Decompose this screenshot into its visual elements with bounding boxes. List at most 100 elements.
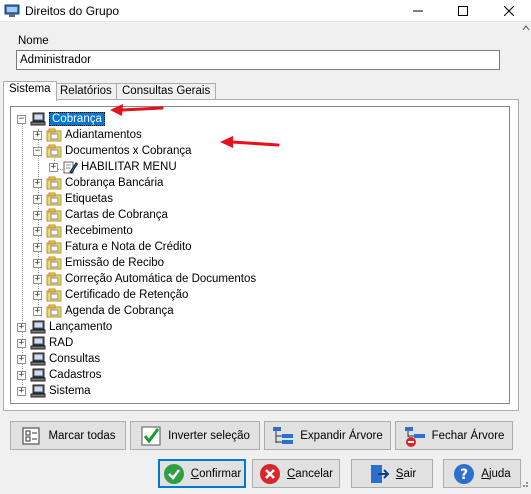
expand-icon[interactable]: + bbox=[17, 386, 26, 396]
app-icon bbox=[4, 4, 20, 17]
expand-icon[interactable]: + bbox=[33, 130, 42, 140]
expand-icon[interactable]: + bbox=[17, 322, 26, 332]
folder-icon bbox=[46, 128, 62, 142]
expand-icon[interactable]: + bbox=[17, 354, 26, 364]
maximize-icon bbox=[457, 6, 468, 16]
tree-node-cobranca-child[interactable]: + Correção Automática de Documentos bbox=[33, 271, 256, 287]
fechar-arvore-label: Fechar Árvore bbox=[431, 429, 505, 442]
annotation-arrow-icon bbox=[110, 104, 164, 116]
exit-door-icon bbox=[370, 464, 390, 483]
tree-node-cobranca-child[interactable]: + Certificado de Retenção bbox=[33, 287, 188, 303]
resize-grip-icon[interactable] bbox=[519, 478, 529, 488]
tree-node-cobranca-child[interactable]: + Cobrança Bancária bbox=[33, 175, 163, 191]
minimize-icon bbox=[412, 10, 423, 12]
tree-node-label: Consultas bbox=[49, 353, 101, 365]
folder-icon bbox=[46, 192, 62, 206]
folder-icon bbox=[46, 256, 62, 270]
confirmar-label: Confirmar bbox=[190, 467, 242, 480]
tree-node-root[interactable]: + RAD bbox=[17, 335, 73, 351]
title-bar: Direitos do Grupo bbox=[0, 0, 531, 22]
tree-node-label: Adiantamentos bbox=[65, 129, 142, 141]
inverter-selecao-label: Inverter seleção bbox=[168, 429, 250, 442]
collapse-tree-icon bbox=[404, 426, 425, 447]
tree-node-cobranca-child[interactable]: + Cartas de Cobrança bbox=[33, 207, 168, 223]
maximize-button[interactable] bbox=[440, 0, 485, 22]
sair-button[interactable]: Sair bbox=[351, 459, 433, 488]
expand-icon[interactable]: + bbox=[33, 210, 42, 220]
computer-icon bbox=[30, 320, 46, 334]
tab-relatorios[interactable]: Relatórios bbox=[54, 83, 118, 100]
window-title: Direitos do Grupo bbox=[25, 4, 120, 18]
close-button[interactable] bbox=[486, 0, 531, 22]
inverter-selecao-button[interactable]: Inverter seleção bbox=[130, 421, 260, 450]
tree-node-label: Fatura e Nota de Crédito bbox=[65, 241, 192, 253]
tab-sistema[interactable]: Sistema bbox=[3, 81, 57, 101]
expandir-arvore-button[interactable]: Expandir Árvore bbox=[264, 421, 391, 450]
tree-node-cobranca-child[interactable]: + Agenda de Cobrança bbox=[33, 303, 174, 319]
tab-consultas-gerais[interactable]: Consultas Gerais bbox=[116, 83, 217, 100]
expand-icon[interactable]: + bbox=[17, 338, 26, 348]
checklist-icon bbox=[22, 427, 40, 444]
check-circle-icon bbox=[163, 463, 184, 484]
folder-icon bbox=[46, 176, 62, 190]
checkbox-checked-icon bbox=[141, 426, 161, 445]
tree-node-cobranca-child[interactable]: + Emissão de Recibo bbox=[33, 255, 164, 271]
folder-icon bbox=[46, 272, 62, 286]
cancel-circle-icon bbox=[259, 463, 280, 484]
computer-icon bbox=[30, 384, 46, 398]
tree-node-label: Cartas de Cobrança bbox=[65, 209, 168, 221]
tree-node-habilitar-menu[interactable]: + HABILITAR MENU bbox=[49, 159, 177, 175]
tree-node-root[interactable]: + Lançamento bbox=[17, 319, 112, 335]
expand-icon[interactable]: + bbox=[33, 274, 42, 284]
annotation-arrow-icon bbox=[220, 136, 280, 148]
tree-node-cobranca-child[interactable]: − Documentos x Cobrança bbox=[33, 143, 192, 159]
expand-tree-icon bbox=[273, 426, 294, 444]
tree-node-label: Sistema bbox=[49, 385, 91, 397]
confirmar-button[interactable]: Confirmar bbox=[158, 459, 246, 488]
tree-label-cobranca: Cobrança bbox=[49, 112, 105, 126]
tree-node-label: Emissão de Recibo bbox=[65, 257, 165, 269]
expand-icon[interactable]: + bbox=[49, 162, 58, 172]
tree-node-label: Documentos x Cobrança bbox=[65, 145, 192, 157]
tree-node-label: Certificado de Retenção bbox=[65, 289, 189, 301]
expand-icon[interactable]: + bbox=[33, 178, 42, 188]
tree-node-root[interactable]: + Sistema bbox=[17, 383, 91, 399]
tree-node-root[interactable]: + Consultas bbox=[17, 351, 100, 367]
collapse-icon[interactable]: − bbox=[33, 146, 42, 156]
permissions-tree[interactable]: − Cobrança + Adiantamentos − Documentos x C… bbox=[10, 106, 510, 404]
collapse-icon[interactable]: − bbox=[17, 114, 26, 124]
folder-icon bbox=[46, 240, 62, 254]
tree-node-cobranca-child[interactable]: + Adiantamentos bbox=[33, 127, 142, 143]
folder-icon bbox=[46, 208, 62, 222]
tree-node-label: Recebimento bbox=[65, 225, 133, 237]
cancelar-button[interactable]: Cancelar bbox=[252, 459, 340, 488]
ajuda-button[interactable]: ? Ajuda bbox=[443, 459, 521, 488]
tree-node-cobranca-child[interactable]: + Recebimento bbox=[33, 223, 133, 239]
nome-field[interactable] bbox=[16, 50, 500, 70]
tree-node-root[interactable]: + Cadastros bbox=[17, 367, 101, 383]
computer-icon bbox=[30, 352, 46, 366]
tree-node-cobranca-child[interactable]: + Fatura e Nota de Crédito bbox=[33, 239, 192, 255]
tree-node-label: Agenda de Cobrança bbox=[65, 305, 174, 317]
ajuda-label: Ajuda bbox=[481, 467, 511, 480]
marcar-todas-label: Marcar todas bbox=[48, 429, 116, 442]
tree-node-cobranca-child[interactable]: + Etiquetas bbox=[33, 191, 113, 207]
expand-icon[interactable]: + bbox=[33, 194, 42, 204]
expand-icon[interactable]: + bbox=[33, 242, 42, 252]
svg-text:?: ? bbox=[460, 467, 468, 483]
scroll-up-icon[interactable] bbox=[521, 22, 531, 34]
expand-icon[interactable]: + bbox=[33, 306, 42, 316]
tree-label-habilitar-menu: HABILITAR MENU bbox=[81, 161, 177, 173]
computer-icon bbox=[30, 112, 46, 126]
folder-icon bbox=[46, 224, 62, 238]
tree-node-label: Etiquetas bbox=[65, 193, 113, 205]
tree-node-cobranca[interactable]: − Cobrança bbox=[17, 111, 105, 127]
expand-icon[interactable]: + bbox=[33, 258, 42, 268]
expand-icon[interactable]: + bbox=[33, 290, 42, 300]
marcar-todas-button[interactable]: Marcar todas bbox=[10, 421, 126, 450]
expand-icon[interactable]: + bbox=[33, 226, 42, 236]
tree-node-label: Lançamento bbox=[49, 321, 113, 333]
expand-icon[interactable]: + bbox=[17, 370, 26, 380]
minimize-button[interactable] bbox=[395, 0, 440, 22]
fechar-arvore-button[interactable]: Fechar Árvore bbox=[395, 421, 513, 450]
